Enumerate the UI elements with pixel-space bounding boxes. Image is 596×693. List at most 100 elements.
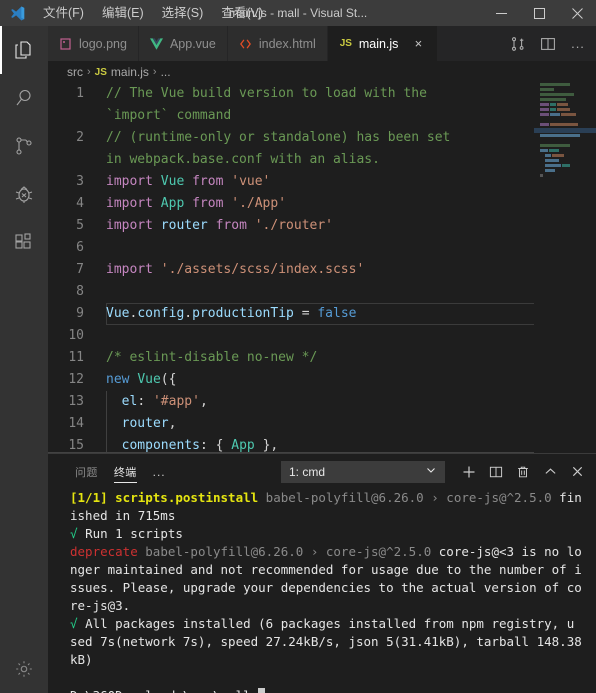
code-line: // (runtime-only or standalone) has been… xyxy=(106,130,451,145)
code-line: Vue.config.productionTip = false xyxy=(106,306,357,321)
new-terminal-icon[interactable] xyxy=(456,459,482,485)
editor-horizontal-scrollbar[interactable] xyxy=(48,452,534,453)
breadcrumb-src[interactable]: src xyxy=(67,65,83,79)
vscode-window: 文件(F) 编辑(E) 选择(S) 查看(V) ... main.js - ma… xyxy=(0,0,596,693)
maximize-button[interactable] xyxy=(520,0,558,26)
line-number: 9 xyxy=(76,306,84,321)
line-number: 8 xyxy=(76,284,84,299)
kill-terminal-icon[interactable] xyxy=(510,459,536,485)
terminal-text: kB) xyxy=(70,652,93,667)
code-line: import router from './router' xyxy=(106,218,334,233)
split-changes-icon[interactable] xyxy=(504,26,532,61)
tab-bar: logo.png App.vue index.html JS main.js ×… xyxy=(48,26,596,61)
panel-tab-problems[interactable]: 问题 xyxy=(67,454,106,489)
breadcrumb-file[interactable]: main.js xyxy=(111,65,149,79)
terminal-output[interactable]: [1/1] scripts.postinstall babel-polyfill… xyxy=(70,489,596,693)
minimap[interactable] xyxy=(534,83,596,453)
tab-label: main.js xyxy=(358,36,399,51)
line-number xyxy=(48,105,84,127)
terminal-line: sed 7s(network 7s), speed 27.24kB/s, jso… xyxy=(70,633,588,651)
terminal-line: ssues. Please, upgrade your dependencies… xyxy=(70,579,588,597)
terminal-text: fin xyxy=(559,490,582,505)
code-line: /* eslint-disable no-new */ xyxy=(106,350,318,365)
line-number: 14 xyxy=(68,416,84,431)
line-number: 12 xyxy=(68,372,84,387)
code-line: // The Vue build version to load with th… xyxy=(106,86,427,101)
terminal-line: kB) xyxy=(70,651,588,669)
terminal-text: ished in 715ms xyxy=(70,508,176,523)
tab-label: index.html xyxy=(258,36,316,51)
close-button[interactable] xyxy=(558,0,596,26)
tab-app-vue[interactable]: App.vue xyxy=(137,26,227,61)
line-number: 10 xyxy=(68,328,84,343)
code-line: el: '#app', xyxy=(121,394,208,409)
breadcrumb-symbols[interactable]: ... xyxy=(161,65,171,79)
line-number: 7 xyxy=(76,262,84,277)
code-editor[interactable]: 1 2 3 4 5 6 7 8 9 10 11 12 13 14 15 // T… xyxy=(48,83,596,453)
menu-view[interactable]: 查看(V) xyxy=(212,2,272,24)
split-editor-icon[interactable] xyxy=(534,26,562,61)
code-line-current xyxy=(106,281,596,325)
terminal-select-value: 1: cmd xyxy=(289,464,326,479)
editor-actions: ... xyxy=(504,26,596,61)
js-file-icon: JS xyxy=(339,38,352,49)
line-number: 15 xyxy=(68,438,84,453)
terminal-text: √ xyxy=(70,616,86,631)
code-line: import './assets/scss/index.scss' xyxy=(106,262,365,277)
gear-icon xyxy=(13,658,35,680)
minimize-button[interactable] xyxy=(482,0,520,26)
files-icon xyxy=(12,38,36,62)
activity-explorer[interactable] xyxy=(0,26,48,74)
activity-run-debug[interactable] xyxy=(0,170,48,218)
activity-manage[interactable] xyxy=(0,645,48,693)
menu-file[interactable]: 文件(F) xyxy=(34,2,93,24)
tab-label: App.vue xyxy=(169,36,216,51)
close-icon[interactable]: × xyxy=(410,36,426,52)
code-line: router, xyxy=(121,416,177,431)
code-line: new Vue({ xyxy=(106,372,177,387)
panel-tab-terminal[interactable]: 终端 xyxy=(106,454,145,489)
terminal-select[interactable]: 1: cmd xyxy=(281,460,445,483)
editor-group: logo.png App.vue index.html JS main.js ×… xyxy=(48,26,596,693)
line-number-gutter: 1 2 3 4 5 6 7 8 9 10 11 12 13 14 15 xyxy=(48,83,96,453)
terminal-text: babel-polyfill@6.26.0 › core-js@^2.5.0 xyxy=(265,490,560,505)
menu-edit[interactable]: 编辑(E) xyxy=(93,2,153,24)
split-terminal-icon[interactable] xyxy=(483,459,509,485)
line-number: 4 xyxy=(76,196,84,211)
code-line: import Vue from 'vue' xyxy=(106,174,271,189)
terminal-line: deprecate babel-polyfill@6.26.0 › core-j… xyxy=(70,543,588,561)
terminal-line: ished in 715ms xyxy=(70,507,588,525)
menu-selection[interactable]: 选择(S) xyxy=(153,2,213,24)
more-actions-icon[interactable]: ... xyxy=(564,26,592,61)
activity-search[interactable] xyxy=(0,74,48,122)
terminal-text: re-js@3. xyxy=(70,598,131,613)
terminal-text: core-js@<3 is no lo xyxy=(438,544,582,559)
terminal-text: All packages installed (6 packages insta… xyxy=(85,616,575,631)
terminal-left-pad xyxy=(48,489,70,693)
terminal-text: deprecate xyxy=(70,544,146,559)
tab-main-js[interactable]: JS main.js × xyxy=(326,26,438,61)
line-number: 13 xyxy=(68,394,84,409)
terminal-line: [1/1] scripts.postinstall babel-polyfill… xyxy=(70,489,588,507)
tab-index-html[interactable]: index.html xyxy=(226,26,327,61)
maximize-panel-icon[interactable] xyxy=(537,459,563,485)
activity-source-control[interactable] xyxy=(0,122,48,170)
breadcrumb-separator: › xyxy=(87,66,91,78)
activity-extensions[interactable] xyxy=(0,218,48,266)
chevron-down-icon xyxy=(425,464,437,479)
tab-label: logo.png xyxy=(79,36,127,51)
js-file-icon: JS xyxy=(94,66,107,78)
panel-more-button[interactable]: ... xyxy=(145,465,174,479)
terminal-text: D:\360Downloads\vue\mall> xyxy=(70,688,258,693)
line-number xyxy=(48,149,84,171)
tab-list: logo.png App.vue index.html JS main.js × xyxy=(48,26,438,61)
terminal-line: √ Run 1 scripts xyxy=(70,525,588,543)
terminal-line: √ All packages installed (6 packages ins… xyxy=(70,615,588,633)
close-panel-icon[interactable] xyxy=(564,459,590,485)
tab-logo-png[interactable]: logo.png xyxy=(48,26,138,61)
menu-more-button[interactable]: ... xyxy=(272,4,301,22)
panel-actions: 1: cmd xyxy=(281,459,596,485)
terminal-body[interactable]: [1/1] scripts.postinstall babel-polyfill… xyxy=(48,489,596,693)
